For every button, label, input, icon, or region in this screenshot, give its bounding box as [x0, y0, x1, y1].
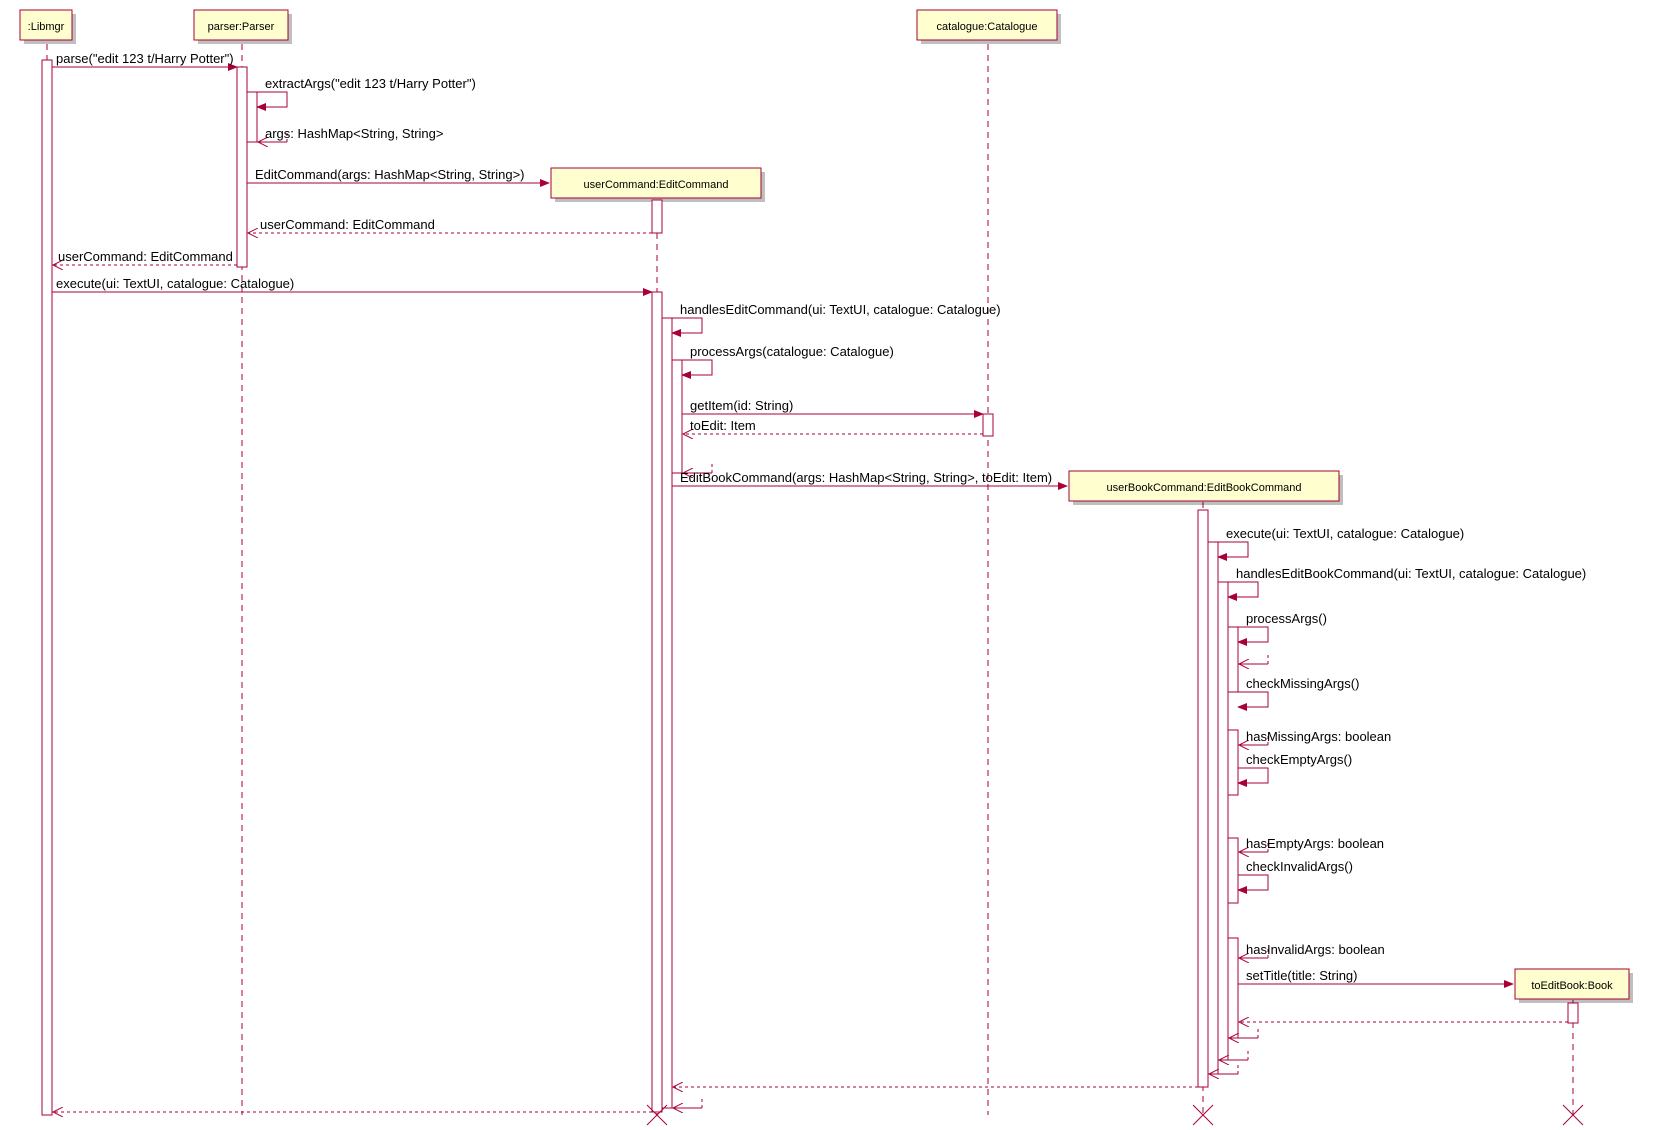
activation-usercmd3	[672, 360, 682, 473]
msg-label-parse: parse("edit 123 t/Harry Potter")	[56, 51, 234, 66]
participant-book: toEditBook:Book	[1515, 969, 1633, 1003]
msg-checkempty	[1238, 768, 1268, 783]
msg-label-processargs: processArgs(catalogue: Catalogue)	[690, 344, 894, 359]
activation-usercmd	[652, 292, 662, 1112]
activation-bookcmd6	[1228, 838, 1238, 903]
msg-label-checkempty: checkEmptyArgs()	[1246, 752, 1352, 767]
msg-extractargs	[257, 92, 287, 107]
msg-label-hasmissing: hasMissingArgs: boolean	[1246, 729, 1391, 744]
activation-parser	[237, 67, 247, 267]
activation-libmgr	[42, 60, 52, 1115]
participant-libmgr: :Libmgr	[20, 10, 76, 44]
msg-handlesedit	[672, 318, 702, 333]
msg-label-settitle: setTitle(title: String)	[1246, 968, 1358, 983]
participant-bookcmd: userBookCommand:EditBookCommand	[1069, 471, 1343, 505]
msg-handlesbook	[1228, 582, 1258, 597]
msg-label-handlesedit: handlesEditCommand(ui: TextUI, catalogue…	[680, 302, 1001, 317]
msg-processargs	[682, 360, 712, 375]
activation-usercmd-a	[652, 200, 662, 233]
destroy-book	[1563, 1105, 1583, 1125]
msg-label-checkmissing: checkMissingArgs()	[1246, 676, 1359, 691]
msg-label-editcommand: EditCommand(args: HashMap<String, String…	[255, 167, 525, 182]
msg-processargs2	[1238, 627, 1268, 642]
msg-checkinvalid	[1238, 875, 1268, 890]
sequence-diagram: :Libmgr parser:Parser catalogue:Catalogu…	[0, 0, 1656, 1130]
activation-bookcmd5	[1228, 730, 1238, 795]
msg-label-args: args: HashMap<String, String>	[265, 126, 443, 141]
msg-checkmissing	[1238, 692, 1268, 707]
activation-bookcmd2	[1208, 542, 1218, 1074]
participant-label-parser: parser:Parser	[208, 21, 275, 33]
msg-label-editbookcmd: EditBookCommand(args: HashMap<String, St…	[680, 470, 1052, 485]
msg-label-checkinvalid: checkInvalidArgs()	[1246, 859, 1353, 874]
activation-bookcmd4	[1228, 627, 1238, 692]
msg-label-return-usercmd1: userCommand: EditCommand	[260, 217, 435, 232]
participant-catalogue: catalogue:Catalogue	[917, 10, 1061, 44]
msg-label-getitem: getItem(id: String)	[690, 398, 793, 413]
msg-label-execute: execute(ui: TextUI, catalogue: Catalogue…	[56, 276, 294, 291]
participant-label-catalogue: catalogue:Catalogue	[937, 21, 1038, 33]
participant-usercmd: userCommand:EditCommand	[551, 168, 765, 202]
activation-bookcmd	[1198, 510, 1208, 1087]
msg-label-extractargs: extractArgs("edit 123 t/Harry Potter")	[265, 76, 476, 91]
msg-label-toedit: toEdit: Item	[690, 418, 756, 433]
participant-label-bookcmd: userBookCommand:EditBookCommand	[1106, 482, 1301, 494]
msg-execute2	[1218, 542, 1248, 557]
participant-parser: parser:Parser	[194, 10, 292, 44]
activation-book	[1568, 1003, 1578, 1023]
msg-label-return-usercmd2: userCommand: EditCommand	[58, 249, 233, 264]
msg-label-hasempty: hasEmptyArgs: boolean	[1246, 836, 1384, 851]
msg-label-handlesbook: handlesEditBookCommand(ui: TextUI, catal…	[1236, 566, 1586, 581]
msg-label-processargs2: processArgs()	[1246, 611, 1327, 626]
msg-label-hasinvalid: hasInvalidArgs: boolean	[1246, 942, 1385, 957]
ret-uc1	[672, 1096, 702, 1108]
activation-bookcmd3	[1218, 582, 1228, 1060]
activation-bookcmd7	[1228, 938, 1238, 1038]
activation-usercmd2	[662, 318, 672, 1108]
participant-label-book: toEditBook:Book	[1531, 980, 1613, 992]
participant-label-libmgr: :Libmgr	[28, 21, 65, 33]
activation-catalogue	[983, 414, 993, 436]
participant-label-usercmd: userCommand:EditCommand	[584, 179, 729, 191]
msg-ret-pa2	[1238, 652, 1268, 664]
activation-parser2	[247, 92, 257, 142]
msg-label-execute2: execute(ui: TextUI, catalogue: Catalogue…	[1226, 526, 1464, 541]
